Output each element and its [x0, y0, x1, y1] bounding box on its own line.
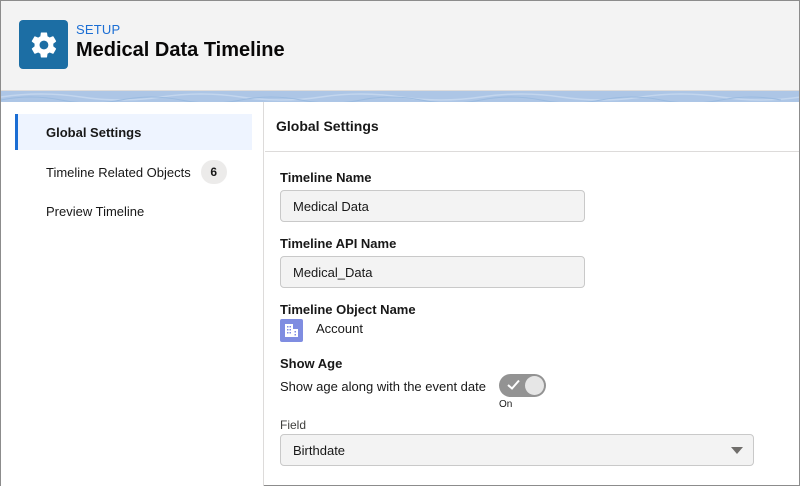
- gear-icon: [19, 20, 68, 69]
- toggle-state-text: On: [499, 399, 513, 410]
- account-building-icon: [280, 319, 303, 342]
- field-label: Field: [280, 418, 307, 432]
- sidebar-item-timeline-related-objects[interactable]: Timeline Related Objects 6: [15, 154, 252, 190]
- timeline-name-input[interactable]: Medical Data: [280, 190, 585, 222]
- object-name-value: Account: [316, 321, 363, 336]
- sidebar-item-label: Preview Timeline: [46, 203, 145, 219]
- api-name-label: Timeline API Name: [280, 236, 397, 251]
- check-icon: [507, 379, 520, 390]
- sidebar-item-label: Global Settings: [46, 124, 142, 140]
- object-name-label: Timeline Object Name: [280, 302, 416, 317]
- toggle-knob: [525, 376, 544, 395]
- api-name-input[interactable]: Medical_Data: [280, 256, 585, 288]
- sidebar-item-preview-timeline[interactable]: Preview Timeline: [15, 193, 252, 229]
- sidebar-item-label: Timeline Related Objects: [46, 164, 191, 180]
- show-age-toggle[interactable]: [499, 374, 546, 397]
- show-age-help-text: Show age along with the event date: [280, 379, 486, 394]
- count-badge: 6: [200, 160, 227, 184]
- settings-panel: Global Settings Timeline Name Medical Da…: [265, 102, 799, 486]
- page-header: SETUP Medical Data Timeline: [1, 1, 799, 91]
- setup-label: SETUP: [76, 22, 121, 37]
- sidebar-item-global-settings[interactable]: Global Settings: [15, 114, 252, 150]
- field-select-value: Birthdate: [293, 442, 346, 458]
- section-title: Global Settings: [276, 118, 379, 134]
- decorative-band: [1, 91, 799, 102]
- field-select[interactable]: Birthdate: [280, 434, 754, 466]
- timeline-name-label: Timeline Name: [280, 170, 372, 185]
- show-age-label: Show Age: [280, 356, 343, 371]
- sidebar-nav: Global Settings Timeline Related Objects…: [1, 102, 264, 486]
- chevron-down-icon: [731, 447, 743, 454]
- divider: [265, 151, 799, 152]
- page-title: Medical Data Timeline: [76, 39, 285, 61]
